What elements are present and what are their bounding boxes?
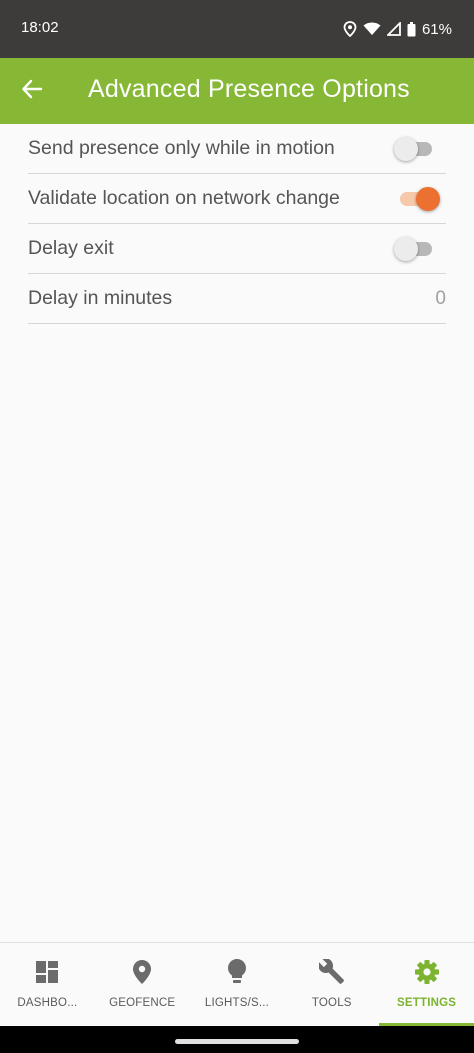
delay-minutes-value: 0 bbox=[435, 287, 446, 309]
setting-label: Delay in minutes bbox=[28, 287, 173, 309]
nav-item-dashboard[interactable]: DASHBO... bbox=[0, 943, 95, 1026]
setting-motion-only[interactable]: Send presence only while in motion bbox=[28, 124, 446, 174]
battery-icon bbox=[407, 21, 416, 37]
setting-label: Validate location on network change bbox=[28, 187, 340, 209]
status-time: 18:02 bbox=[21, 19, 59, 36]
nav-label: SETTINGS bbox=[397, 997, 457, 1009]
signal-icon bbox=[386, 22, 401, 36]
page-title: Advanced Presence Options bbox=[88, 75, 410, 103]
back-button[interactable] bbox=[14, 73, 50, 109]
dashboard-icon bbox=[36, 959, 59, 985]
setting-label: Send presence only while in motion bbox=[28, 137, 335, 159]
wifi-icon bbox=[363, 22, 381, 36]
gesture-nav-area bbox=[0, 1026, 474, 1053]
setting-label: Delay exit bbox=[28, 237, 114, 259]
settings-list: Send presence only while in motion Valid… bbox=[28, 124, 446, 324]
status-icons: 61% bbox=[343, 17, 452, 41]
location-pin-icon bbox=[133, 959, 152, 985]
nav-item-tools[interactable]: TOOLS bbox=[284, 943, 379, 1026]
location-icon bbox=[343, 21, 357, 37]
status-bar: 18:02 61% bbox=[0, 0, 474, 58]
battery-level: 61% bbox=[421, 20, 452, 38]
nav-item-lights[interactable]: LIGHTS/S... bbox=[190, 943, 285, 1026]
arrow-back-icon bbox=[21, 78, 43, 104]
motion-only-toggle[interactable] bbox=[394, 136, 432, 161]
app-bar: Advanced Presence Options bbox=[0, 58, 474, 124]
gear-icon bbox=[414, 959, 440, 985]
setting-delay-exit[interactable]: Delay exit bbox=[28, 224, 446, 274]
bottom-nav: DASHBO... GEOFENCE LIGHTS/S... TOOLS SET… bbox=[0, 942, 474, 1026]
home-gesture-handle[interactable] bbox=[175, 1039, 299, 1044]
nav-label: TOOLS bbox=[311, 997, 352, 1009]
nav-label: DASHBO... bbox=[17, 997, 78, 1009]
validate-location-toggle[interactable] bbox=[400, 186, 440, 211]
nav-label: GEOFENCE bbox=[109, 997, 176, 1009]
delay-exit-toggle[interactable] bbox=[394, 236, 432, 261]
nav-item-settings[interactable]: SETTINGS bbox=[379, 943, 474, 1026]
setting-delay-minutes[interactable]: Delay in minutes 0 bbox=[28, 274, 446, 324]
setting-validate-location[interactable]: Validate location on network change bbox=[28, 174, 446, 224]
wrench-icon bbox=[318, 959, 345, 985]
nav-item-geofence[interactable]: GEOFENCE bbox=[95, 943, 190, 1026]
lightbulb-icon bbox=[227, 959, 246, 985]
nav-label: LIGHTS/S... bbox=[204, 997, 270, 1009]
